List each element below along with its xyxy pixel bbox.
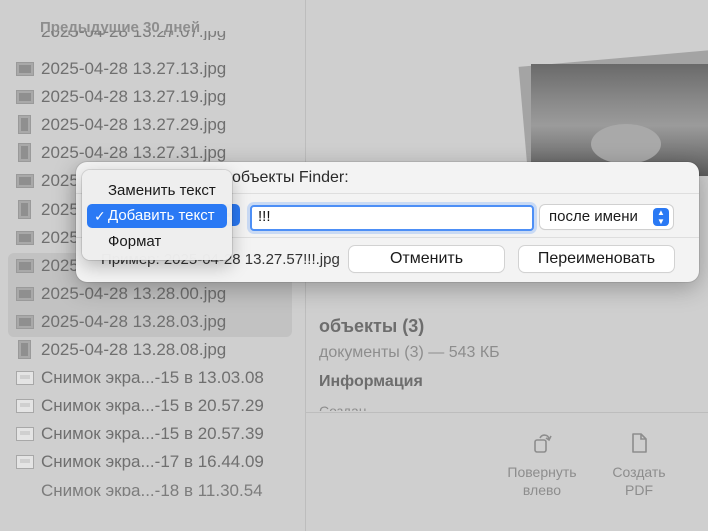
rotate-left-button[interactable]: Повернуть влево: [500, 432, 584, 499]
preview-image-stack: [515, 49, 708, 177]
create-pdf-label-line1: Создать: [612, 464, 666, 480]
image-thumbnail-icon: [16, 287, 34, 301]
add-text-value: !!!: [258, 208, 271, 225]
chevron-updown-icon: ▲▼: [653, 208, 669, 226]
list-item[interactable]: 2025-04-28 13.27.13.jpg: [8, 56, 292, 84]
add-text-field[interactable]: !!!: [250, 205, 534, 231]
menu-item-replace-text[interactable]: Заменить текст: [87, 179, 227, 203]
preview-subtitle: документы (3) — 543 КБ: [319, 344, 500, 361]
file-name: Снимок экра...-15 в 13.03.08: [41, 368, 264, 387]
file-name: 2025-04-28 13.27.19.jpg: [41, 87, 227, 106]
image-thumbnail-icon: [16, 62, 34, 76]
preview-photo-highlight: [591, 124, 661, 164]
file-name: 2025-04-28 13.27.29.jpg: [41, 115, 227, 134]
file-name: 2025-04-28 13.27.13.jpg: [41, 59, 227, 78]
created-label: Создан: [319, 403, 367, 411]
menu-item-label: Добавить текст: [108, 207, 215, 224]
list-item[interactable]: Снимок экра...-17 в 16.44.09: [8, 449, 292, 477]
file-name: Снимок экра...-15 в 20.57.29: [41, 396, 264, 415]
list-item[interactable]: Снимок экра...-15 в 20.57.39: [8, 421, 292, 449]
image-thumbnail-icon: [16, 315, 34, 329]
image-thumbnail-icon: [18, 200, 31, 219]
list-item[interactable]: 2025-04-28 13.27.19.jpg: [8, 84, 292, 112]
list-item[interactable]: 2025-04-28 13.27.29.jpg: [8, 112, 292, 140]
image-thumbnail-icon: [16, 90, 34, 104]
position-select[interactable]: после имени ▲ ▼: [540, 205, 673, 229]
actions-divider: [306, 412, 708, 413]
image-thumbnail-icon: [18, 143, 31, 162]
image-thumbnail-icon: [16, 231, 34, 245]
file-name: 2025-04-28 13.28.03.jpg: [41, 312, 227, 331]
preview-photo: [531, 64, 708, 176]
mode-menu: Заменить текст ✓ Добавить текст Формат: [82, 170, 232, 260]
create-pdf-button[interactable]: Создать PDF: [604, 432, 674, 499]
menu-item-add-text[interactable]: ✓ Добавить текст: [87, 204, 227, 228]
rotate-left-icon: [534, 434, 552, 453]
rename-button[interactable]: Переименовать: [519, 246, 674, 272]
file-name: Снимок экра...-15 в 20.57.39: [41, 424, 264, 443]
file-name: 2025-04-28 13.27.31.jpg: [41, 143, 227, 162]
image-thumbnail-icon: [18, 115, 31, 134]
position-select-value: после имени: [549, 208, 638, 225]
rotate-left-label-line1: Повернуть: [507, 464, 577, 480]
menu-item-label: Формат: [108, 233, 162, 250]
document-icon: [632, 433, 647, 453]
image-thumbnail-icon: [16, 259, 34, 273]
image-thumbnail-icon: [18, 340, 31, 359]
file-name: 2025-04-28 13.28.00.jpg: [41, 284, 227, 303]
list-item-partial-bottom[interactable]: Снимок экра...-18 в 11.30.54: [41, 482, 263, 496]
cancel-button[interactable]: Отменить: [349, 246, 504, 272]
create-pdf-label-line2: PDF: [625, 482, 653, 498]
list-item-partial-top[interactable]: 2025-04-28 13.27.07.jpg: [41, 31, 226, 40]
list-item[interactable]: 2025-04-28 13.28.00.jpg: [8, 281, 292, 309]
dialog-title: объекты Finder:: [232, 169, 349, 186]
file-name: 2025-04-28 13.28.08.jpg: [41, 340, 227, 359]
screenshot-thumbnail-icon: [16, 455, 34, 469]
rotate-left-label-line2: влево: [522, 482, 562, 498]
image-thumbnail-icon: [16, 174, 34, 188]
screenshot-thumbnail-icon: [16, 427, 34, 441]
info-heading: Информация: [319, 373, 423, 390]
list-item[interactable]: 2025-04-28 13.28.03.jpg: [8, 309, 292, 337]
menu-item-label: Заменить текст: [108, 182, 216, 199]
checkmark-icon: ✓: [94, 208, 106, 224]
list-item[interactable]: Снимок экра...-15 в 20.57.29: [8, 393, 292, 421]
screenshot-thumbnail-icon: [16, 371, 34, 385]
menu-item-format[interactable]: Формат: [87, 230, 227, 254]
list-item[interactable]: 2025-04-28 13.28.08.jpg: [8, 337, 292, 365]
list-item[interactable]: Снимок экра...-15 в 13.03.08: [8, 365, 292, 393]
screenshot-thumbnail-icon: [16, 399, 34, 413]
preview-title: объекты (3): [319, 316, 425, 336]
file-name: Снимок экра...-17 в 16.44.09: [41, 452, 264, 471]
